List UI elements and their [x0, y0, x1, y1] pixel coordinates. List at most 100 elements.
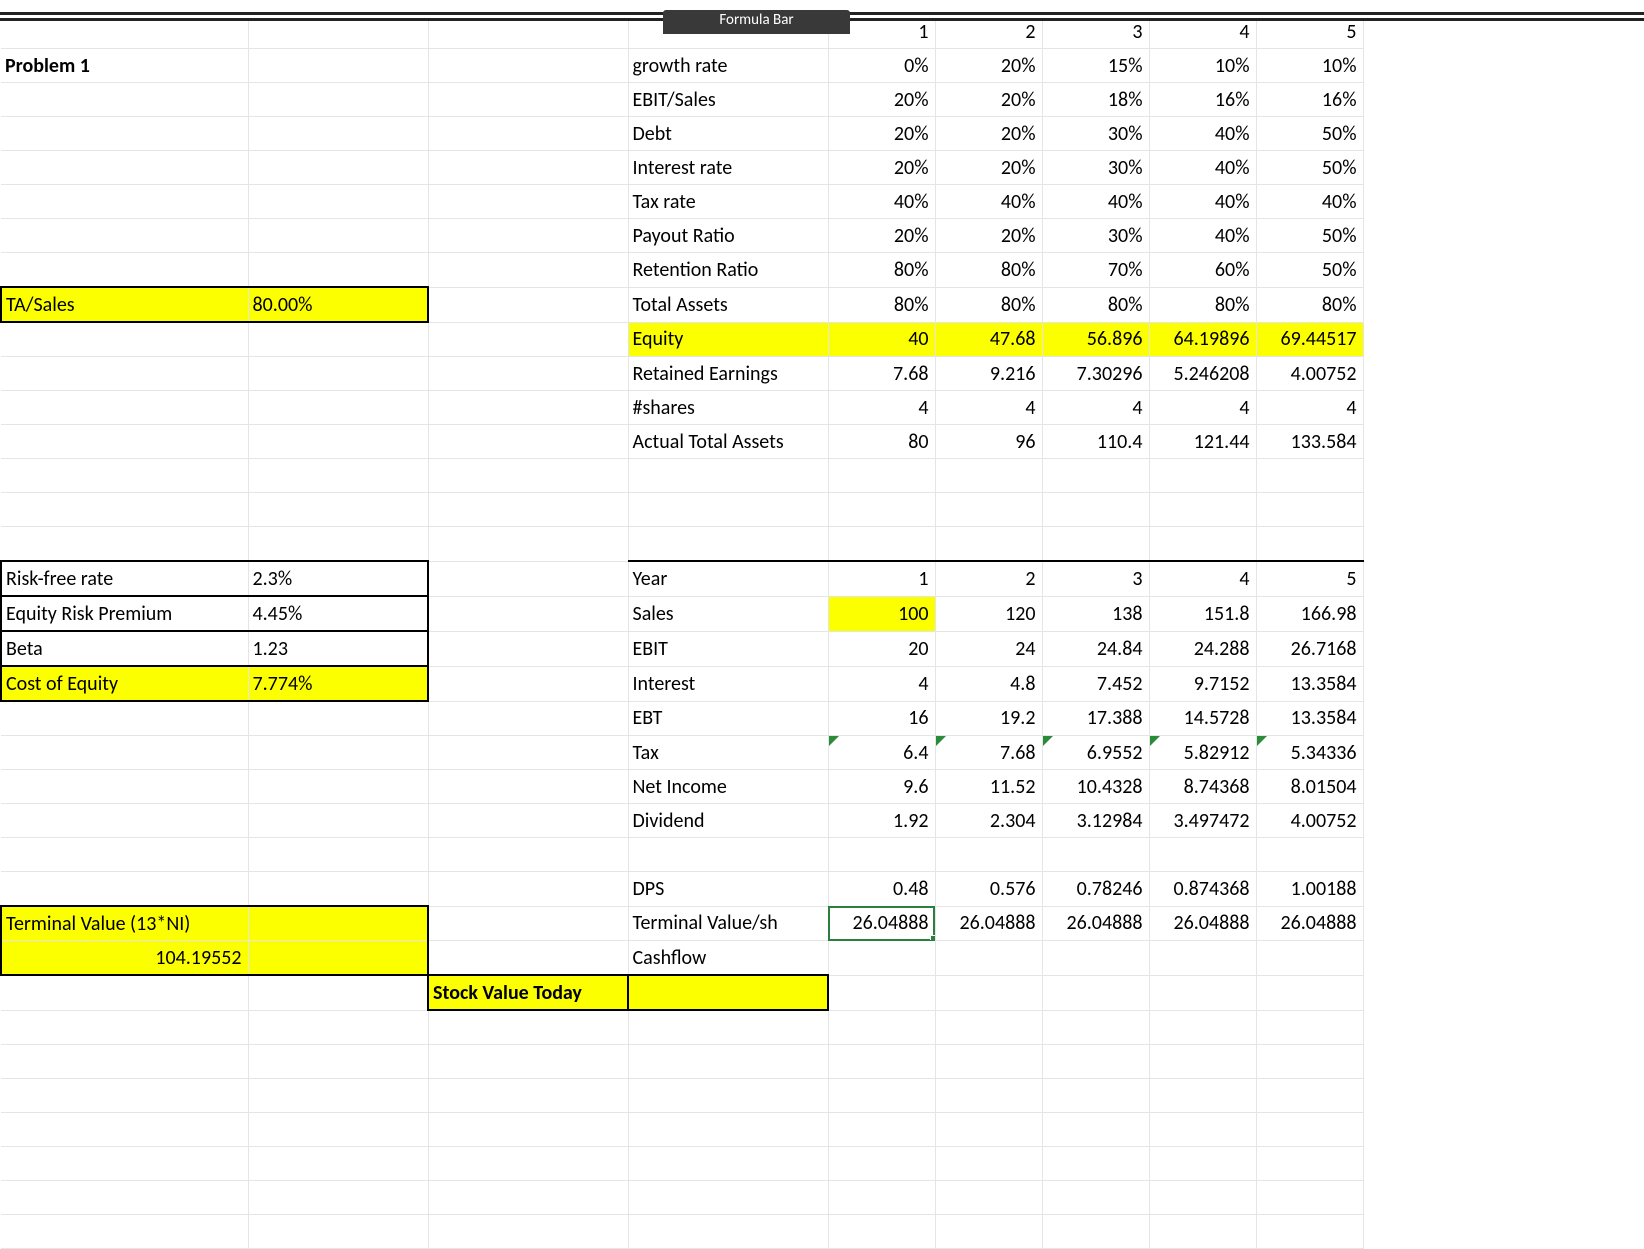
cell[interactable]: [428, 838, 628, 872]
cell[interactable]: [935, 1079, 1042, 1113]
cell[interactable]: [935, 493, 1042, 527]
cell[interactable]: 4: [1149, 561, 1256, 596]
cell[interactable]: 13.3584: [1256, 701, 1363, 736]
cell[interactable]: [1, 117, 248, 151]
cell[interactable]: [248, 1113, 428, 1147]
cell[interactable]: 40%: [828, 185, 935, 219]
cell[interactable]: 40%: [1256, 185, 1363, 219]
cell[interactable]: [1042, 1079, 1149, 1113]
cell[interactable]: 18%: [1042, 83, 1149, 117]
cell[interactable]: 30%: [1042, 117, 1149, 151]
cell[interactable]: [248, 804, 428, 838]
cell[interactable]: [248, 1045, 428, 1079]
cell[interactable]: 80%: [1042, 287, 1149, 322]
cell[interactable]: [428, 596, 628, 631]
cell[interactable]: [1149, 1010, 1256, 1045]
cell[interactable]: [828, 1113, 935, 1147]
cell[interactable]: 9.7152: [1149, 666, 1256, 701]
cell[interactable]: [1, 83, 248, 117]
cell[interactable]: 8.01504: [1256, 770, 1363, 804]
cell[interactable]: 3.12984: [1042, 804, 1149, 838]
cell[interactable]: [1, 701, 248, 736]
cell[interactable]: 20%: [828, 151, 935, 185]
cell[interactable]: [935, 838, 1042, 872]
cell[interactable]: [935, 1215, 1042, 1249]
cell[interactable]: [428, 561, 628, 596]
cell[interactable]: 50%: [1256, 151, 1363, 185]
cell[interactable]: [1042, 1147, 1149, 1181]
cell[interactable]: [1149, 1215, 1256, 1249]
cell-error-indicator[interactable]: 5.34336: [1256, 736, 1363, 770]
cell[interactable]: 20%: [935, 151, 1042, 185]
cell[interactable]: [1149, 1045, 1256, 1079]
cell[interactable]: [1256, 527, 1363, 562]
row-label[interactable]: Interest rate: [628, 151, 828, 185]
cell[interactable]: [1042, 1010, 1149, 1045]
cell[interactable]: [1, 219, 248, 253]
cell[interactable]: [428, 49, 628, 83]
cell[interactable]: [248, 1215, 428, 1249]
cell[interactable]: 20%: [935, 83, 1042, 117]
cell[interactable]: [428, 391, 628, 425]
cell[interactable]: 1.00188: [1256, 872, 1363, 907]
cell[interactable]: [248, 736, 428, 770]
cell[interactable]: [1256, 459, 1363, 493]
cell[interactable]: 47.68: [935, 322, 1042, 357]
cell[interactable]: [1, 736, 248, 770]
cell[interactable]: 70%: [1042, 253, 1149, 288]
cell[interactable]: 30%: [1042, 219, 1149, 253]
cell[interactable]: [1, 493, 248, 527]
cell[interactable]: [248, 906, 428, 941]
cell[interactable]: 50%: [1256, 117, 1363, 151]
ta-sales-value[interactable]: 80.00%: [248, 287, 428, 322]
cell[interactable]: [1149, 1113, 1256, 1147]
row-label[interactable]: Actual Total Assets: [628, 425, 828, 459]
cell[interactable]: [1042, 1045, 1149, 1079]
cell[interactable]: 2: [935, 561, 1042, 596]
cell[interactable]: 69.44517: [1256, 322, 1363, 357]
row-label[interactable]: Net Income: [628, 770, 828, 804]
cell[interactable]: [428, 493, 628, 527]
cell[interactable]: 40%: [1042, 185, 1149, 219]
terminal-value-label[interactable]: Terminal Value (13*NI): [1, 906, 248, 941]
cell[interactable]: 4.00752: [1256, 804, 1363, 838]
cell[interactable]: 13.3584: [1256, 666, 1363, 701]
cell[interactable]: [828, 493, 935, 527]
spreadsheet-grid[interactable]: 1 2 3 4 5 Problem 1 growth rate 0% 20% 1…: [0, 12, 1364, 1249]
cell[interactable]: [1042, 1215, 1149, 1249]
cell[interactable]: [248, 391, 428, 425]
cell[interactable]: [1, 1215, 248, 1249]
cell[interactable]: [628, 1113, 828, 1147]
cell[interactable]: [428, 357, 628, 391]
cell[interactable]: [1, 1045, 248, 1079]
cell[interactable]: [1256, 838, 1363, 872]
cell[interactable]: [1, 1010, 248, 1045]
cell[interactable]: [1, 1181, 248, 1215]
cell[interactable]: 10%: [1149, 49, 1256, 83]
cell[interactable]: [428, 459, 628, 493]
cell[interactable]: 10.4328: [1042, 770, 1149, 804]
cell[interactable]: [248, 838, 428, 872]
cell[interactable]: [828, 838, 935, 872]
cell[interactable]: [1149, 1079, 1256, 1113]
cell[interactable]: 121.44: [1149, 425, 1256, 459]
cell[interactable]: [1, 1113, 248, 1147]
cell[interactable]: [428, 701, 628, 736]
cell[interactable]: [248, 253, 428, 288]
cell[interactable]: 80%: [935, 287, 1042, 322]
cell[interactable]: 0%: [828, 49, 935, 83]
cell[interactable]: [248, 1147, 428, 1181]
cell[interactable]: [1, 770, 248, 804]
cell[interactable]: [428, 287, 628, 322]
cell[interactable]: 26.04888: [935, 906, 1042, 941]
cell[interactable]: 7.30296: [1042, 357, 1149, 391]
cell[interactable]: [428, 872, 628, 907]
cell[interactable]: [628, 1181, 828, 1215]
cell[interactable]: 80%: [1256, 287, 1363, 322]
cell[interactable]: 5.246208: [1149, 357, 1256, 391]
cell[interactable]: [248, 1079, 428, 1113]
cell[interactable]: [248, 701, 428, 736]
cell[interactable]: [628, 1010, 828, 1045]
cell[interactable]: [1, 1147, 248, 1181]
cell[interactable]: 19.2: [935, 701, 1042, 736]
